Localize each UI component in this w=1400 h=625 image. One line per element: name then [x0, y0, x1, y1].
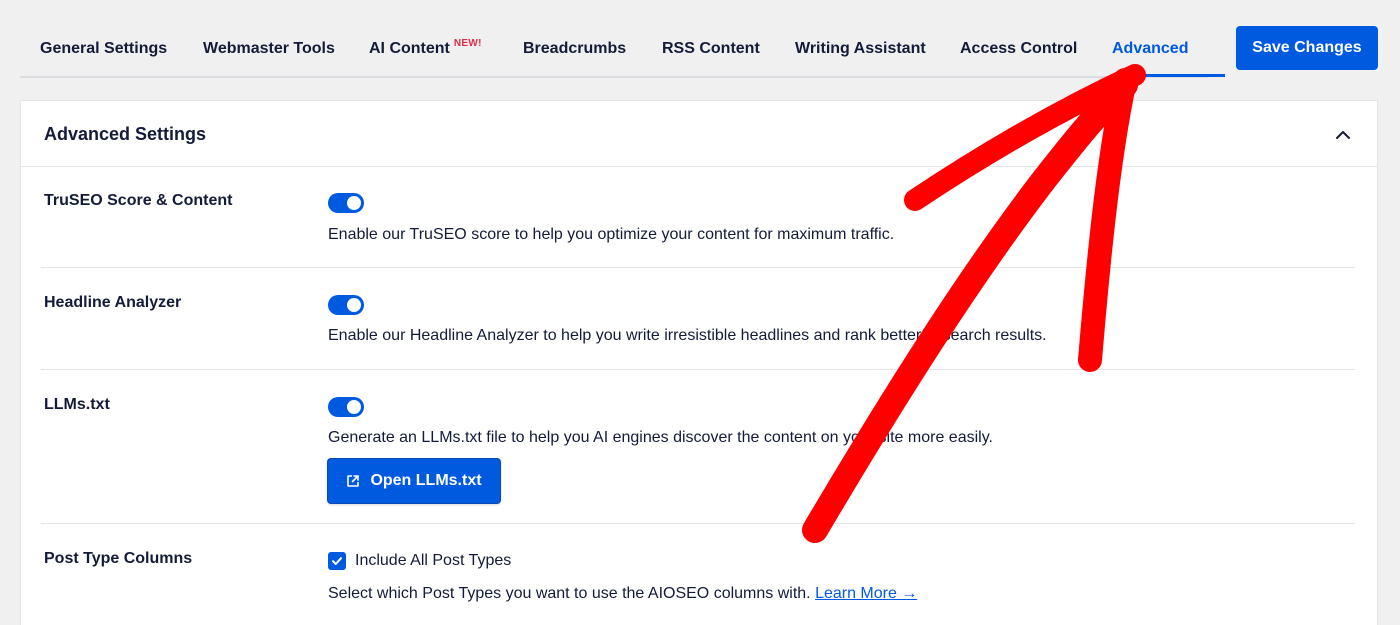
tab-label: AI Content — [369, 40, 450, 57]
row-divider — [41, 369, 1355, 370]
tab-label: General Settings — [40, 40, 168, 57]
headline-analyzer-label: Headline Analyzer — [44, 294, 182, 311]
tab-advanced[interactable]: Advanced — [1112, 40, 1188, 58]
tab-webmaster-tools[interactable]: Webmaster Tools — [203, 40, 335, 58]
chevron-up-icon[interactable] — [1333, 125, 1353, 145]
tab-label: RSS Content — [662, 40, 760, 57]
card-title: Advanced Settings — [44, 124, 207, 144]
tab-label: Breadcrumbs — [523, 40, 627, 57]
tab-label: Advanced — [1112, 40, 1189, 57]
truseo-toggle[interactable] — [328, 193, 364, 213]
tab-breadcrumbs[interactable]: Breadcrumbs — [523, 40, 626, 58]
open-llms-txt-button[interactable]: Open LLMs.txt — [327, 458, 501, 504]
truseo-description: Enable our TruSEO score to help you opti… — [328, 226, 895, 243]
headline-analyzer-toggle[interactable] — [328, 295, 364, 315]
tab-rss-content[interactable]: RSS Content — [662, 40, 760, 58]
llms-txt-description: Generate an LLMs.txt file to help you AI… — [328, 429, 993, 446]
llms-txt-label: LLMs.txt — [44, 396, 110, 413]
external-link-icon — [347, 475, 360, 487]
settings-tabs: General Settings Webmaster Tools AI Cont… — [20, 0, 1225, 78]
description-text: Select which Post Types you want to use … — [328, 585, 811, 602]
open-llms-txt-label: Open LLMs.txt — [370, 472, 482, 489]
post-type-columns-label: Post Type Columns — [44, 550, 193, 567]
learn-more-link[interactable]: Learn More → — [815, 585, 917, 602]
tab-label: Writing Assistant — [795, 40, 926, 57]
post-type-columns-description: Select which Post Types you want to use … — [328, 585, 917, 603]
headline-analyzer-description: Enable our Headline Analyzer to help you… — [328, 327, 1047, 344]
truseo-label: TruSEO Score & Content — [44, 192, 233, 209]
new-badge: NEW! — [453, 38, 482, 49]
save-changes-button[interactable]: Save Changes — [1236, 26, 1378, 70]
tab-access-control[interactable]: Access Control — [960, 40, 1077, 58]
row-divider — [41, 523, 1355, 524]
toggle-knob — [347, 400, 361, 414]
include-all-post-types-label[interactable]: Include All Post Types — [355, 552, 511, 570]
tab-label: Access Control — [960, 40, 1078, 57]
tab-ai-content[interactable]: AI Content NEW! — [369, 38, 482, 58]
row-divider — [41, 267, 1355, 268]
tab-label: Webmaster Tools — [203, 40, 335, 57]
llms-txt-toggle[interactable] — [328, 397, 364, 417]
checkmark-icon — [332, 557, 342, 565]
include-all-post-types-checkbox[interactable] — [328, 552, 346, 570]
tab-general-settings[interactable]: General Settings — [40, 40, 167, 58]
card-header[interactable]: Advanced Settings — [21, 101, 1377, 167]
tab-writing-assistant[interactable]: Writing Assistant — [795, 40, 926, 58]
advanced-settings-card: Advanced Settings TruSEO Score & Content… — [20, 100, 1378, 625]
toggle-knob — [347, 298, 361, 312]
toggle-knob — [347, 196, 361, 210]
active-tab-indicator — [1113, 74, 1225, 77]
